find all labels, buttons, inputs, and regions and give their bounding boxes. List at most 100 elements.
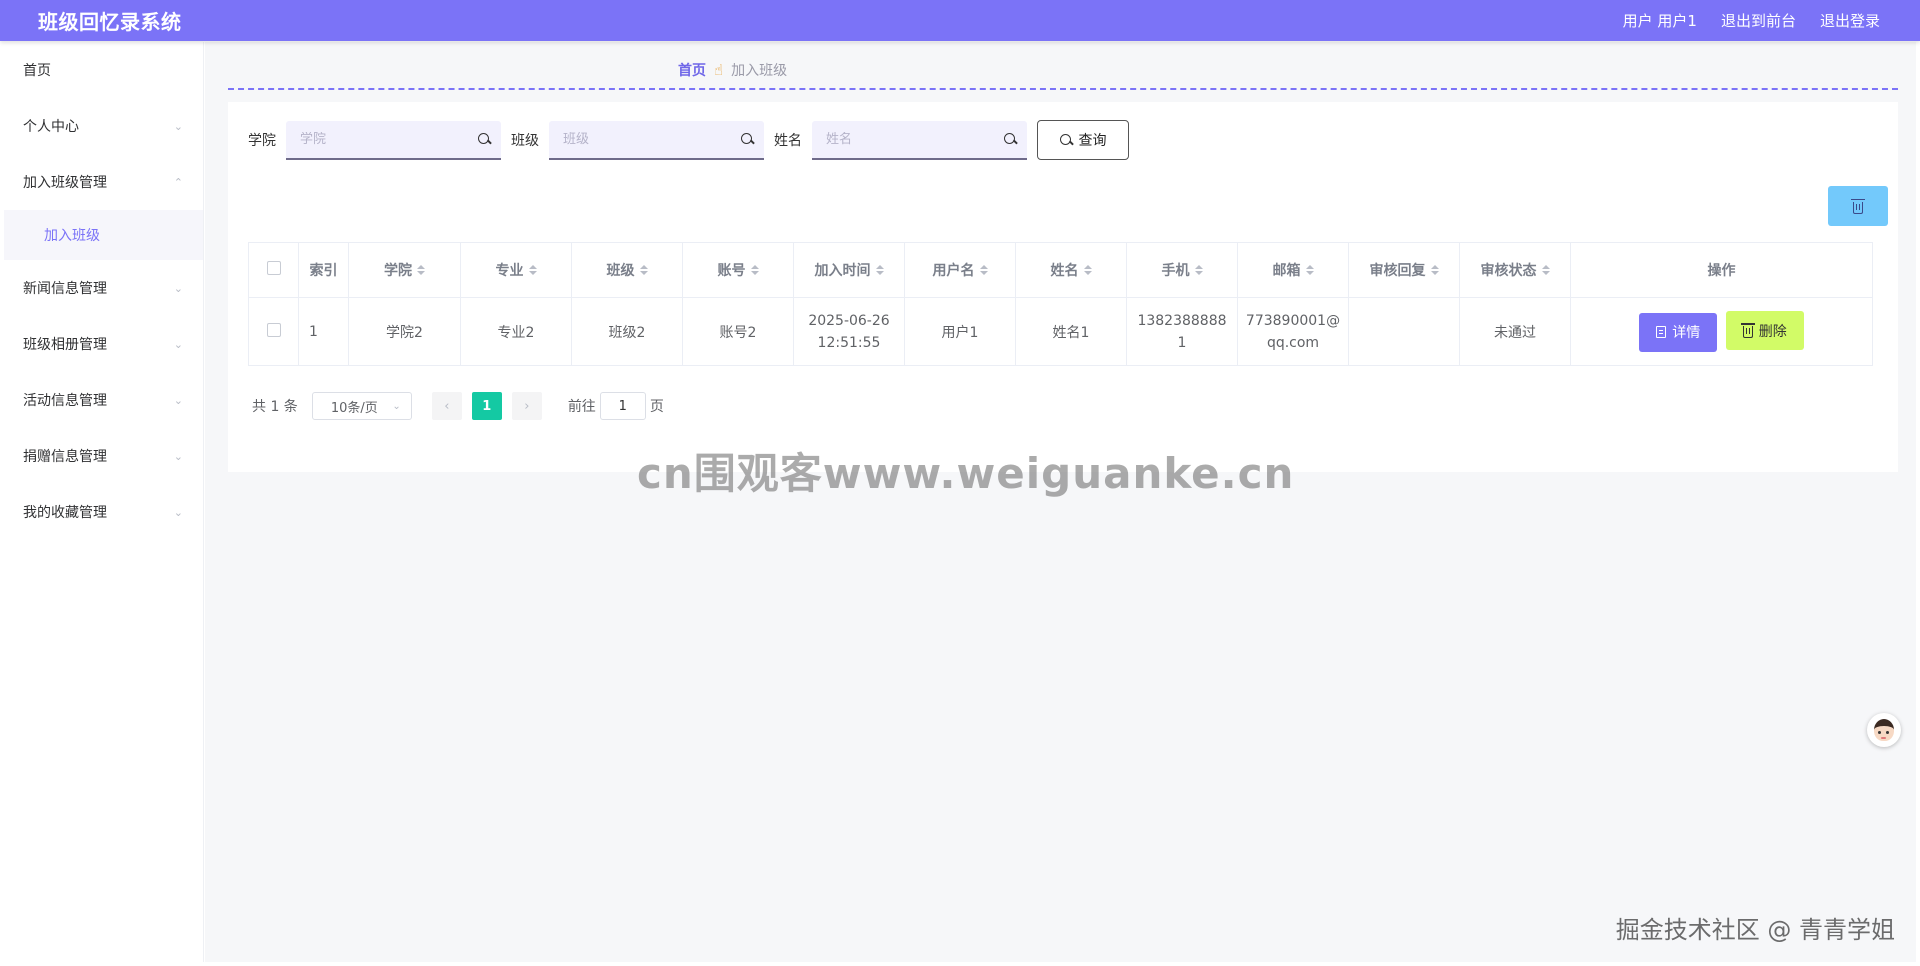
class-search-input[interactable] [563, 131, 723, 147]
chevron-left-icon: ‹ [444, 398, 450, 414]
column-header-label: 用户名 [932, 263, 975, 279]
sidebar-item-label: 捐赠信息管理 [23, 449, 107, 465]
next-page-button[interactable]: › [511, 392, 542, 420]
sidebar-item-album-management[interactable]: 班级相册管理 ⌄ [4, 316, 203, 372]
class-search-label: 班级 [511, 133, 539, 149]
cell-review-reply [1348, 297, 1460, 366]
column-header-label: 审核状态 [1480, 263, 1537, 279]
row-checkbox[interactable] [266, 322, 281, 337]
detail-button-label: 详情 [1672, 325, 1701, 342]
search-icon [1059, 133, 1073, 147]
sort-icon [1541, 265, 1550, 275]
row-select-cell [248, 297, 299, 366]
sidebar-item-join-class-management[interactable]: 加入班级管理 ⌃ [4, 154, 203, 210]
column-header-label: 姓名 [1050, 263, 1079, 279]
logout-link[interactable]: 退出登录 [1820, 10, 1880, 31]
chevron-down-icon: ⌄ [173, 119, 183, 133]
dashed-divider [228, 88, 1898, 90]
user-menu[interactable]: 用户 用户1 [1623, 10, 1697, 31]
query-button[interactable]: 查询 [1037, 120, 1129, 160]
select-all-checkbox[interactable] [266, 261, 281, 275]
pagination-total: 共 1 条 [252, 399, 298, 415]
column-header-index: 索引 [298, 242, 349, 298]
name-search-box [812, 120, 1027, 160]
sort-icon [1430, 265, 1439, 275]
sidebar-item-donation-management[interactable]: 捐赠信息管理 ⌄ [4, 428, 203, 484]
sidebar-item-home[interactable]: 首页 [4, 42, 203, 98]
sidebar-subitem-join-class[interactable]: 加入班级 [4, 210, 203, 260]
join-date: 2025-06-26 [808, 312, 890, 329]
column-header-major[interactable]: 专业 [460, 242, 572, 298]
breadcrumb-home-link[interactable]: 首页 [678, 60, 706, 80]
column-header-label: 加入时间 [814, 263, 871, 279]
sidebar-item-label: 首页 [23, 63, 51, 79]
email-line-1: 773890001@ [1245, 312, 1341, 329]
sidebar-item-activity-management[interactable]: 活动信息管理 ⌄ [4, 372, 203, 428]
phone-line-1: 1382388888 [1137, 312, 1227, 329]
cell-join-time: 2025-06-26 12:51:55 [793, 297, 905, 366]
column-header-class[interactable]: 班级 [571, 242, 683, 298]
table-row: 1 学院2 专业2 班级2 账号2 2025-06-26 12:51:55 用户… [248, 297, 1873, 366]
breadcrumb-current: 加入班级 [731, 63, 788, 79]
name-search-input[interactable] [826, 131, 986, 147]
cell-major: 专业2 [460, 297, 572, 366]
join-class-table: 索引 学院 专业 班级 账号 加入时间 用户名 姓名 手机 邮箱 审核回复 审核… [248, 242, 1873, 366]
top-header: 班级回忆录系统 用户 用户1 退出到前台 退出登录 [0, 0, 1920, 41]
sort-icon [417, 265, 425, 275]
assistant-avatar[interactable] [1867, 713, 1901, 747]
column-header-account[interactable]: 账号 [682, 242, 794, 298]
cell-email: 773890001@ qq.com [1237, 297, 1349, 366]
chevron-down-icon: ⌄ [392, 400, 401, 412]
cell-index: 1 [298, 297, 349, 366]
college-search-label: 学院 [248, 133, 276, 149]
bulk-delete-button[interactable] [1828, 186, 1888, 226]
exit-to-front-link[interactable]: 退出到前台 [1721, 10, 1796, 31]
sort-icon [1305, 265, 1314, 275]
column-header-phone[interactable]: 手机 [1126, 242, 1238, 298]
name-search-label: 姓名 [774, 133, 802, 149]
select-all-cell [248, 242, 299, 298]
sort-icon [750, 265, 759, 275]
cell-username: 用户1 [904, 297, 1016, 366]
sort-icon [1083, 265, 1092, 275]
sidebar-item-news-management[interactable]: 新闻信息管理 ⌄ [4, 260, 203, 316]
chevron-down-icon: ⌄ [173, 337, 183, 351]
delete-button[interactable]: 删除 [1725, 311, 1804, 351]
sort-icon [1194, 265, 1203, 275]
chevron-down-icon: ⌄ [173, 393, 183, 407]
column-header-join-time[interactable]: 加入时间 [793, 242, 905, 298]
column-header-review-reply[interactable]: 审核回复 [1348, 242, 1460, 298]
sidebar-item-personal-center[interactable]: 个人中心 ⌄ [4, 98, 203, 154]
column-header-college[interactable]: 学院 [348, 242, 461, 298]
sidebar-item-favorites-management[interactable]: 我的收藏管理 ⌄ [4, 484, 203, 540]
app-title: 班级回忆录系统 [38, 10, 182, 34]
column-header-review-status[interactable]: 审核状态 [1459, 242, 1571, 298]
chevron-up-icon: ⌃ [173, 175, 183, 189]
prev-page-button[interactable]: ‹ [431, 392, 462, 420]
detail-button[interactable]: 详情 [1639, 312, 1718, 352]
column-header-label: 邮箱 [1272, 263, 1301, 279]
main-content: 首页 ☝ 加入班级 学院 班级 姓名 查询 [205, 42, 1916, 962]
column-header-name[interactable]: 姓名 [1015, 242, 1127, 298]
cell-class: 班级2 [571, 297, 683, 366]
page-size-select[interactable]: 10条/页 ⌄ [311, 392, 412, 420]
class-search-box [549, 120, 764, 160]
sort-icon [875, 265, 884, 275]
chevron-right-icon: › [524, 398, 530, 414]
search-icon [741, 132, 754, 146]
cell-account: 账号2 [682, 297, 794, 366]
column-header-username[interactable]: 用户名 [904, 242, 1016, 298]
column-header-label: 专业 [495, 263, 524, 279]
page-number-button[interactable]: 1 [471, 392, 502, 420]
cell-phone: 1382388888 1 [1126, 297, 1238, 366]
column-header-label: 学院 [384, 263, 412, 279]
jump-label: 前往 [567, 399, 596, 415]
hand-pointer-icon: ☝ [714, 61, 724, 79]
jump-page-input[interactable] [599, 392, 646, 420]
column-header-email[interactable]: 邮箱 [1237, 242, 1349, 298]
trash-icon [1851, 198, 1865, 214]
sort-icon [528, 265, 537, 275]
college-search-input[interactable] [300, 131, 460, 147]
column-header-label: 账号 [717, 263, 746, 279]
chevron-down-icon: ⌄ [173, 449, 183, 463]
